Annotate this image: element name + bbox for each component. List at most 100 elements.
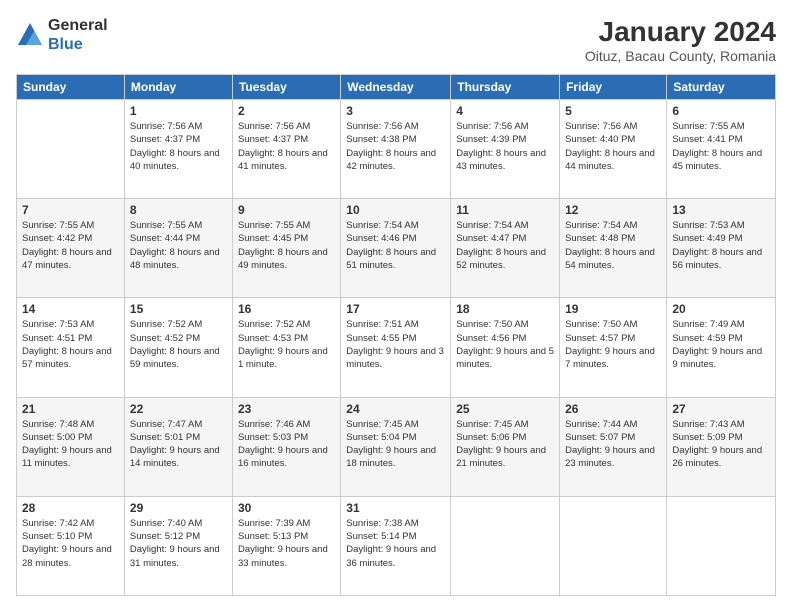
day-info: Sunrise: 7:38 AMSunset: 5:14 PMDaylight:… [346, 517, 445, 570]
day-number: 21 [22, 402, 119, 416]
day-info: Sunrise: 7:53 AMSunset: 4:49 PMDaylight:… [672, 219, 770, 272]
day-info: Sunrise: 7:43 AMSunset: 5:09 PMDaylight:… [672, 418, 770, 471]
day-info: Sunrise: 7:42 AMSunset: 5:10 PMDaylight:… [22, 517, 119, 570]
day-number: 25 [456, 402, 554, 416]
day-number: 16 [238, 302, 335, 316]
day-info: Sunrise: 7:52 AMSunset: 4:52 PMDaylight:… [130, 318, 227, 371]
day-info: Sunrise: 7:52 AMSunset: 4:53 PMDaylight:… [238, 318, 335, 371]
day-info: Sunrise: 7:48 AMSunset: 5:00 PMDaylight:… [22, 418, 119, 471]
day-number: 28 [22, 501, 119, 515]
day-number: 1 [130, 104, 227, 118]
logo-general: General [48, 17, 108, 34]
day-number: 26 [565, 402, 661, 416]
header-thursday: Thursday [451, 75, 560, 100]
day-info: Sunrise: 7:40 AMSunset: 5:12 PMDaylight:… [130, 517, 227, 570]
calendar-cell: 27 Sunrise: 7:43 AMSunset: 5:09 PMDayligh… [667, 397, 776, 496]
day-info: Sunrise: 7:53 AMSunset: 4:51 PMDaylight:… [22, 318, 119, 371]
day-number: 5 [565, 104, 661, 118]
page: General Blue January 2024 Oituz, Bacau C… [0, 0, 792, 612]
calendar-table: Sunday Monday Tuesday Wednesday Thursday… [16, 74, 776, 596]
logo-blue: Blue [48, 36, 83, 53]
header-tuesday: Tuesday [232, 75, 340, 100]
calendar-cell: 18 Sunrise: 7:50 AMSunset: 4:56 PMDayligh… [451, 298, 560, 397]
day-info: Sunrise: 7:56 AMSunset: 4:37 PMDaylight:… [130, 120, 227, 173]
header-sunday: Sunday [17, 75, 125, 100]
day-number: 3 [346, 104, 445, 118]
logo-text: General Blue [48, 16, 108, 54]
calendar-cell: 14 Sunrise: 7:53 AMSunset: 4:51 PMDayligh… [17, 298, 125, 397]
calendar-cell: 31 Sunrise: 7:38 AMSunset: 5:14 PMDayligh… [341, 496, 451, 595]
day-info: Sunrise: 7:56 AMSunset: 4:39 PMDaylight:… [456, 120, 554, 173]
day-number: 22 [130, 402, 227, 416]
calendar-cell: 4 Sunrise: 7:56 AMSunset: 4:39 PMDaylight… [451, 100, 560, 199]
day-number: 2 [238, 104, 335, 118]
day-info: Sunrise: 7:54 AMSunset: 4:46 PMDaylight:… [346, 219, 445, 272]
title-month: January 2024 [585, 16, 776, 48]
day-number: 11 [456, 203, 554, 217]
calendar-cell: 21 Sunrise: 7:48 AMSunset: 5:00 PMDayligh… [17, 397, 125, 496]
calendar-cell [17, 100, 125, 199]
calendar-cell: 6 Sunrise: 7:55 AMSunset: 4:41 PMDaylight… [667, 100, 776, 199]
day-number: 15 [130, 302, 227, 316]
day-info: Sunrise: 7:55 AMSunset: 4:41 PMDaylight:… [672, 120, 770, 173]
calendar-cell: 16 Sunrise: 7:52 AMSunset: 4:53 PMDayligh… [232, 298, 340, 397]
day-number: 27 [672, 402, 770, 416]
day-info: Sunrise: 7:45 AMSunset: 5:06 PMDaylight:… [456, 418, 554, 471]
day-number: 6 [672, 104, 770, 118]
day-number: 12 [565, 203, 661, 217]
day-number: 8 [130, 203, 227, 217]
header-monday: Monday [124, 75, 232, 100]
calendar-cell: 10 Sunrise: 7:54 AMSunset: 4:46 PMDayligh… [341, 199, 451, 298]
calendar-cell: 13Sunrise: 7:53 AMSunset: 4:49 PMDayligh… [667, 199, 776, 298]
day-info: Sunrise: 7:56 AMSunset: 4:40 PMDaylight:… [565, 120, 661, 173]
weekday-header-row: Sunday Monday Tuesday Wednesday Thursday… [17, 75, 776, 100]
day-number: 7 [22, 203, 119, 217]
logo-icon [16, 21, 44, 49]
calendar-cell [451, 496, 560, 595]
calendar-cell: 29Sunrise: 7:40 AMSunset: 5:12 PMDayligh… [124, 496, 232, 595]
calendar-cell: 15 Sunrise: 7:52 AMSunset: 4:52 PMDayligh… [124, 298, 232, 397]
day-number: 4 [456, 104, 554, 118]
day-number: 9 [238, 203, 335, 217]
day-info: Sunrise: 7:44 AMSunset: 5:07 PMDaylight:… [565, 418, 661, 471]
day-info: Sunrise: 7:56 AMSunset: 4:38 PMDaylight:… [346, 120, 445, 173]
logo: General Blue [16, 16, 108, 54]
title-location: Oituz, Bacau County, Romania [585, 48, 776, 64]
day-info: Sunrise: 7:49 AMSunset: 4:59 PMDaylight:… [672, 318, 770, 371]
calendar-week-1: 1 Sunrise: 7:56 AMSunset: 4:37 PMDaylight… [17, 100, 776, 199]
day-info: Sunrise: 7:47 AMSunset: 5:01 PMDaylight:… [130, 418, 227, 471]
calendar-cell: 24 Sunrise: 7:45 AMSunset: 5:04 PMDayligh… [341, 397, 451, 496]
calendar-cell: 5 Sunrise: 7:56 AMSunset: 4:40 PMDaylight… [560, 100, 667, 199]
calendar-cell: 1 Sunrise: 7:56 AMSunset: 4:37 PMDaylight… [124, 100, 232, 199]
day-number: 31 [346, 501, 445, 515]
header-wednesday: Wednesday [341, 75, 451, 100]
calendar-cell: 9Sunrise: 7:55 AMSunset: 4:45 PMDaylight… [232, 199, 340, 298]
day-number: 10 [346, 203, 445, 217]
title-block: January 2024 Oituz, Bacau County, Romani… [585, 16, 776, 64]
calendar-cell: 23Sunrise: 7:46 AMSunset: 5:03 PMDayligh… [232, 397, 340, 496]
calendar-week-4: 21 Sunrise: 7:48 AMSunset: 5:00 PMDayligh… [17, 397, 776, 496]
calendar-cell: 11 Sunrise: 7:54 AMSunset: 4:47 PMDayligh… [451, 199, 560, 298]
calendar-cell [667, 496, 776, 595]
calendar-cell: 12 Sunrise: 7:54 AMSunset: 4:48 PMDayligh… [560, 199, 667, 298]
header-saturday: Saturday [667, 75, 776, 100]
day-number: 14 [22, 302, 119, 316]
day-info: Sunrise: 7:55 AMSunset: 4:44 PMDaylight:… [130, 219, 227, 272]
calendar-cell: 30Sunrise: 7:39 AMSunset: 5:13 PMDayligh… [232, 496, 340, 595]
calendar-cell [560, 496, 667, 595]
day-info: Sunrise: 7:54 AMSunset: 4:47 PMDaylight:… [456, 219, 554, 272]
day-info: Sunrise: 7:54 AMSunset: 4:48 PMDaylight:… [565, 219, 661, 272]
calendar-cell: 20 Sunrise: 7:49 AMSunset: 4:59 PMDayligh… [667, 298, 776, 397]
day-info: Sunrise: 7:45 AMSunset: 5:04 PMDaylight:… [346, 418, 445, 471]
day-info: Sunrise: 7:50 AMSunset: 4:56 PMDaylight:… [456, 318, 554, 371]
calendar-cell: 19Sunrise: 7:50 AMSunset: 4:57 PMDayligh… [560, 298, 667, 397]
day-number: 24 [346, 402, 445, 416]
header-friday: Friday [560, 75, 667, 100]
calendar-cell: 2Sunrise: 7:56 AMSunset: 4:37 PMDaylight… [232, 100, 340, 199]
day-number: 18 [456, 302, 554, 316]
calendar-cell: 3 Sunrise: 7:56 AMSunset: 4:38 PMDaylight… [341, 100, 451, 199]
day-number: 20 [672, 302, 770, 316]
day-info: Sunrise: 7:50 AMSunset: 4:57 PMDaylight:… [565, 318, 661, 371]
day-info: Sunrise: 7:55 AMSunset: 4:42 PMDaylight:… [22, 219, 119, 272]
day-number: 30 [238, 501, 335, 515]
